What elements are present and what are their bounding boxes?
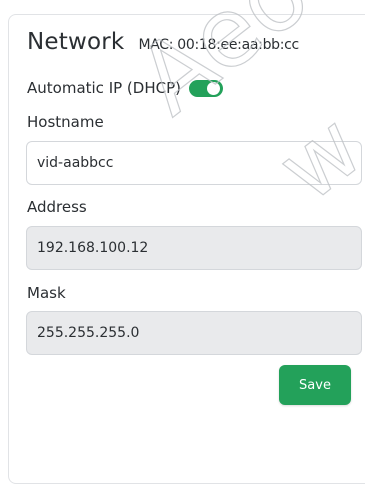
hostname-input[interactable] <box>26 141 362 185</box>
network-header: Network MAC: 00:18:ee:aa:bb:cc <box>27 29 299 55</box>
address-field <box>26 226 362 270</box>
address-label: Address <box>27 198 87 216</box>
mac-address: MAC: 00:18:ee:aa:bb:cc <box>138 37 299 53</box>
toggle-knob <box>206 81 220 95</box>
dhcp-row: Automatic IP (DHCP) <box>27 79 223 97</box>
save-button[interactable]: Save <box>279 365 351 405</box>
hostname-label: Hostname <box>27 113 104 131</box>
dhcp-toggle[interactable] <box>188 79 223 97</box>
mask-label: Mask <box>27 284 66 302</box>
mask-field <box>26 311 362 355</box>
page-title: Network <box>27 29 125 55</box>
dhcp-label: Automatic IP (DHCP) <box>27 79 181 97</box>
network-settings-page: Network MAC: 00:18:ee:aa:bb:cc Automatic… <box>0 0 365 487</box>
